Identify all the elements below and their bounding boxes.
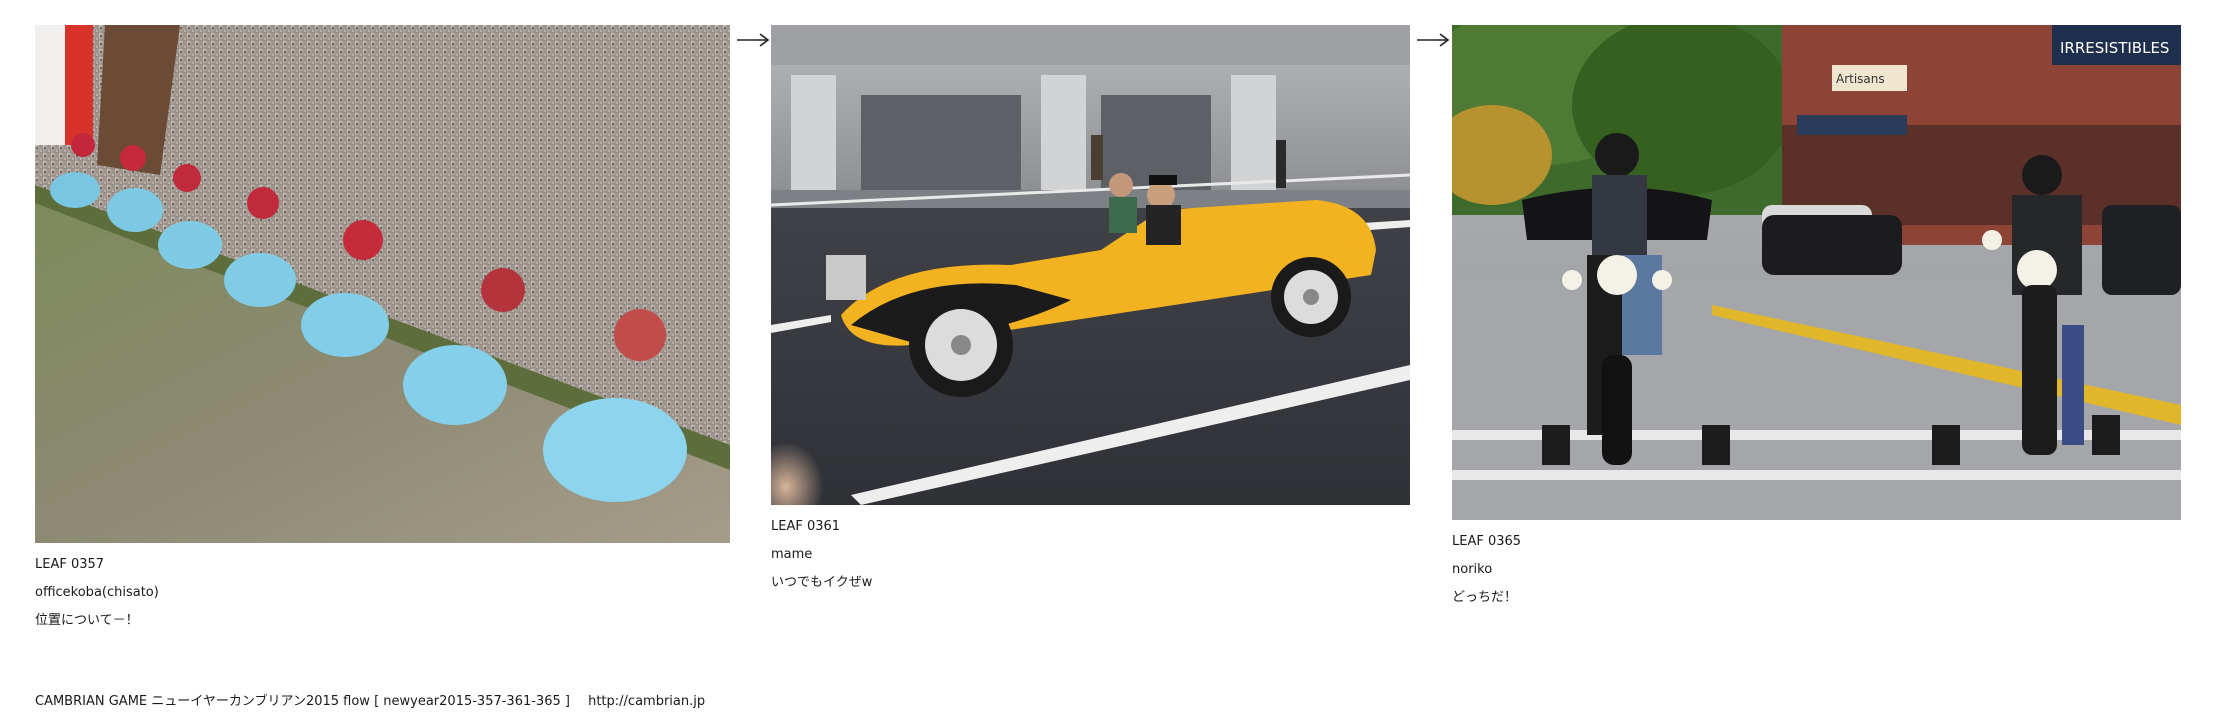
leaf-author[interactable]: officekoba(chisato): [35, 579, 730, 607]
store-sign-text: IRRESISTIBLES: [2060, 39, 2169, 57]
leaf-number[interactable]: LEAF 0361: [771, 513, 1410, 541]
yellow-vintage-car-photo-icon: [771, 25, 1410, 505]
leaf-photo-0361[interactable]: [771, 25, 1410, 505]
leaf-photo-0365[interactable]: IRRESISTIBLES Artisans: [1452, 25, 2181, 520]
leaf-number[interactable]: LEAF 0357: [35, 551, 730, 579]
leaf-comment: いつでもイクぜw: [771, 575, 873, 590]
footer-url-link[interactable]: http://cambrian.jp: [588, 694, 705, 709]
leaf-author[interactable]: mame: [771, 541, 1410, 569]
leaf-panel-0357: LEAF 0357 officekoba(chisato) 位置について－！: [35, 25, 730, 635]
flow-arrow-icon: [735, 30, 775, 50]
leaf-panel-0365: IRRESISTIBLES Artisans LEAF 0365 noriko …: [1452, 25, 2181, 612]
flow-arrow-icon: [1415, 30, 1455, 50]
leaf-caption-0365: LEAF 0365 noriko どっちだ！: [1452, 528, 2181, 612]
shop-sign-text: Artisans: [1836, 72, 1885, 86]
ceramic-birds-photo-icon: [35, 25, 730, 543]
page-footer: CAMBRIAN GAME ニューイヤーカンブリアン2015 flow [ ne…: [35, 690, 719, 709]
motorcycle-riders-photo-icon: IRRESISTIBLES Artisans: [1452, 25, 2181, 520]
footer-title: CAMBRIAN GAME ニューイヤーカンブリアン2015 flow [ ne…: [35, 694, 570, 709]
leaf-photo-0357[interactable]: [35, 25, 730, 543]
leaf-caption-0361: LEAF 0361 mame いつでもイクぜw: [771, 513, 1410, 597]
leaf-comment: どっちだ！: [1452, 590, 1518, 605]
leaf-number[interactable]: LEAF 0365: [1452, 528, 2181, 556]
leaf-panel-0361: LEAF 0361 mame いつでもイクぜw: [771, 25, 1410, 597]
leaf-comment: 位置について－！: [35, 613, 139, 628]
leaf-author[interactable]: noriko: [1452, 556, 2181, 584]
leaf-caption-0357: LEAF 0357 officekoba(chisato) 位置について－！: [35, 551, 730, 635]
